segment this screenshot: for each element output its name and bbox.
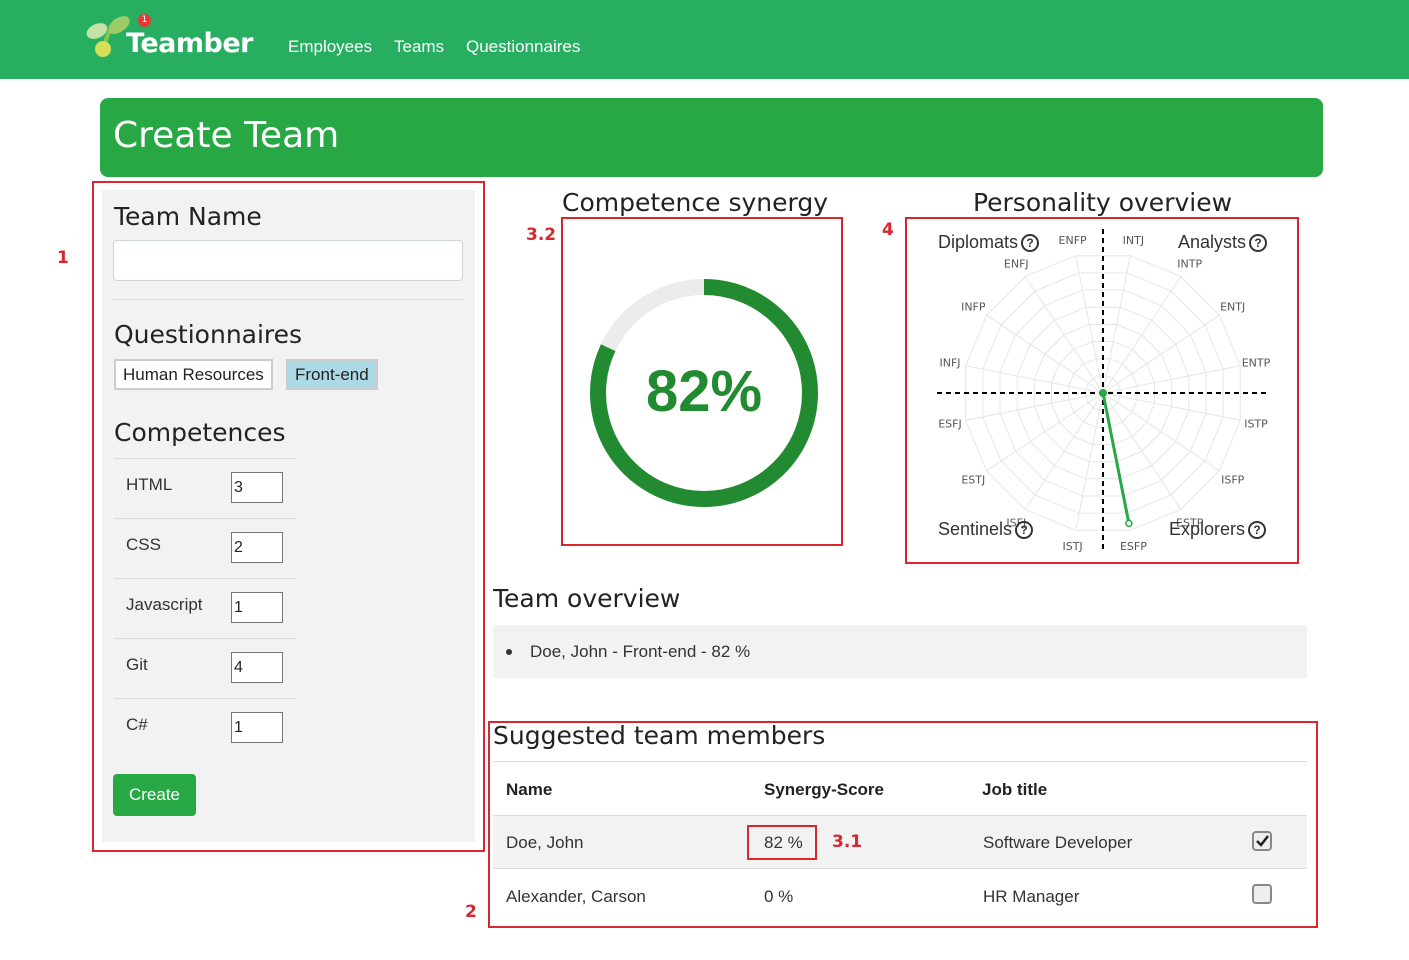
brand-name: Teamber xyxy=(126,28,253,59)
page-header: Create Team xyxy=(100,98,1323,177)
personality-type-label: INFP xyxy=(961,300,986,313)
annotation-label: 3.1 xyxy=(832,832,863,852)
quadrant-label: Diplomats xyxy=(938,232,1019,252)
column-header-job-title[interactable]: Job title xyxy=(982,780,1047,800)
column-header-name[interactable]: Name xyxy=(506,780,552,800)
table-row[interactable]: Alexander, Carson 0 % HR Manager xyxy=(493,868,1307,923)
quadrant-explorers: Explorers? xyxy=(1169,519,1267,540)
quadrant-analysts: Analysts? xyxy=(1178,232,1268,253)
annotation-box-1 xyxy=(92,181,485,852)
bullet xyxy=(506,649,512,655)
competence-synergy-gauge: 82% xyxy=(590,279,818,507)
table-header-row: Name Synergy-Score Job title xyxy=(493,761,1307,816)
help-icon[interactable]: ? xyxy=(1021,234,1040,252)
annotation-label: 3.2 xyxy=(526,225,557,245)
personality-type-label: INTP xyxy=(1177,257,1202,270)
annotation-label: 4 xyxy=(882,220,894,240)
personality-type-label: ENTP xyxy=(1242,357,1271,370)
list-item: Doe, John - Front-end - 82 % xyxy=(506,642,751,662)
table-row[interactable]: Doe, John 82 % Software Developer xyxy=(493,815,1307,869)
personality-overview-title: Personality overview xyxy=(972,188,1233,217)
help-icon[interactable]: ? xyxy=(1248,521,1267,539)
member-name: Alexander, Carson xyxy=(506,887,646,906)
column-header-synergy-score[interactable]: Synergy-Score xyxy=(764,780,884,800)
personality-type-label: ESFJ xyxy=(938,417,962,430)
nav-employees[interactable]: Employees xyxy=(288,37,372,57)
notification-badge: 1 xyxy=(138,14,151,27)
personality-type-label: ISTP xyxy=(1244,417,1268,430)
member-text: Doe, John - Front-end - 82 % xyxy=(530,642,751,661)
annotation-box-3-1 xyxy=(747,825,817,860)
help-icon[interactable]: ? xyxy=(1015,521,1034,539)
personality-type-label: ENFJ xyxy=(1004,257,1029,270)
personality-type-label: ENFP xyxy=(1059,234,1088,247)
job-title: HR Manager xyxy=(983,887,1080,906)
quadrant-label: Analysts xyxy=(1178,232,1247,252)
teamber-logo[interactable]: 1 Teamber xyxy=(86,14,266,66)
personality-type-label: ENTJ xyxy=(1220,300,1245,313)
page-title: Create Team xyxy=(113,115,340,156)
suggested-members-title: Suggested team members xyxy=(493,721,826,750)
nav-teams[interactable]: Teams xyxy=(394,37,444,57)
quadrant-diplomats: Diplomats? xyxy=(938,232,1040,253)
personality-type-label: ESFP xyxy=(1120,540,1147,553)
synergy-value: 82% xyxy=(646,359,762,424)
select-checkbox[interactable] xyxy=(1252,884,1272,904)
personality-type-label: ESTJ xyxy=(961,474,985,487)
personality-type-label: INFJ xyxy=(939,357,960,370)
competence-synergy-title: Competence synergy xyxy=(561,188,828,217)
personality-type-label: ISTJ xyxy=(1062,540,1082,553)
job-title: Software Developer xyxy=(983,833,1133,852)
select-checkbox[interactable] xyxy=(1252,831,1272,851)
checkmark-icon xyxy=(1256,835,1269,847)
quadrant-sentinels: Sentinels? xyxy=(938,519,1034,540)
synergy-score: 0 % xyxy=(764,887,794,906)
nav-questionnaires[interactable]: Questionnaires xyxy=(466,37,580,57)
radar-center-point xyxy=(1099,389,1107,397)
personality-result-point xyxy=(1125,519,1133,528)
member-name: Doe, John xyxy=(506,833,584,852)
annotation-label: 2 xyxy=(465,902,477,922)
personality-radar-chart: INTJINTPENTJENTPISTPISFPESTPESFPISTJISFJ… xyxy=(937,229,1271,553)
annotation-label: 1 xyxy=(57,248,69,268)
quadrant-label: Sentinels xyxy=(938,519,1013,539)
quadrant-label: Explorers xyxy=(1169,519,1246,539)
personality-type-label: INTJ xyxy=(1123,234,1144,247)
team-overview-list: Doe, John - Front-end - 82 % xyxy=(493,625,1307,678)
help-icon[interactable]: ? xyxy=(1249,234,1268,252)
personality-type-label: ISFP xyxy=(1221,474,1245,487)
team-overview-title: Team overview xyxy=(493,584,681,613)
navbar: 1 Teamber Employees Teams Questionnaires xyxy=(0,0,1409,79)
